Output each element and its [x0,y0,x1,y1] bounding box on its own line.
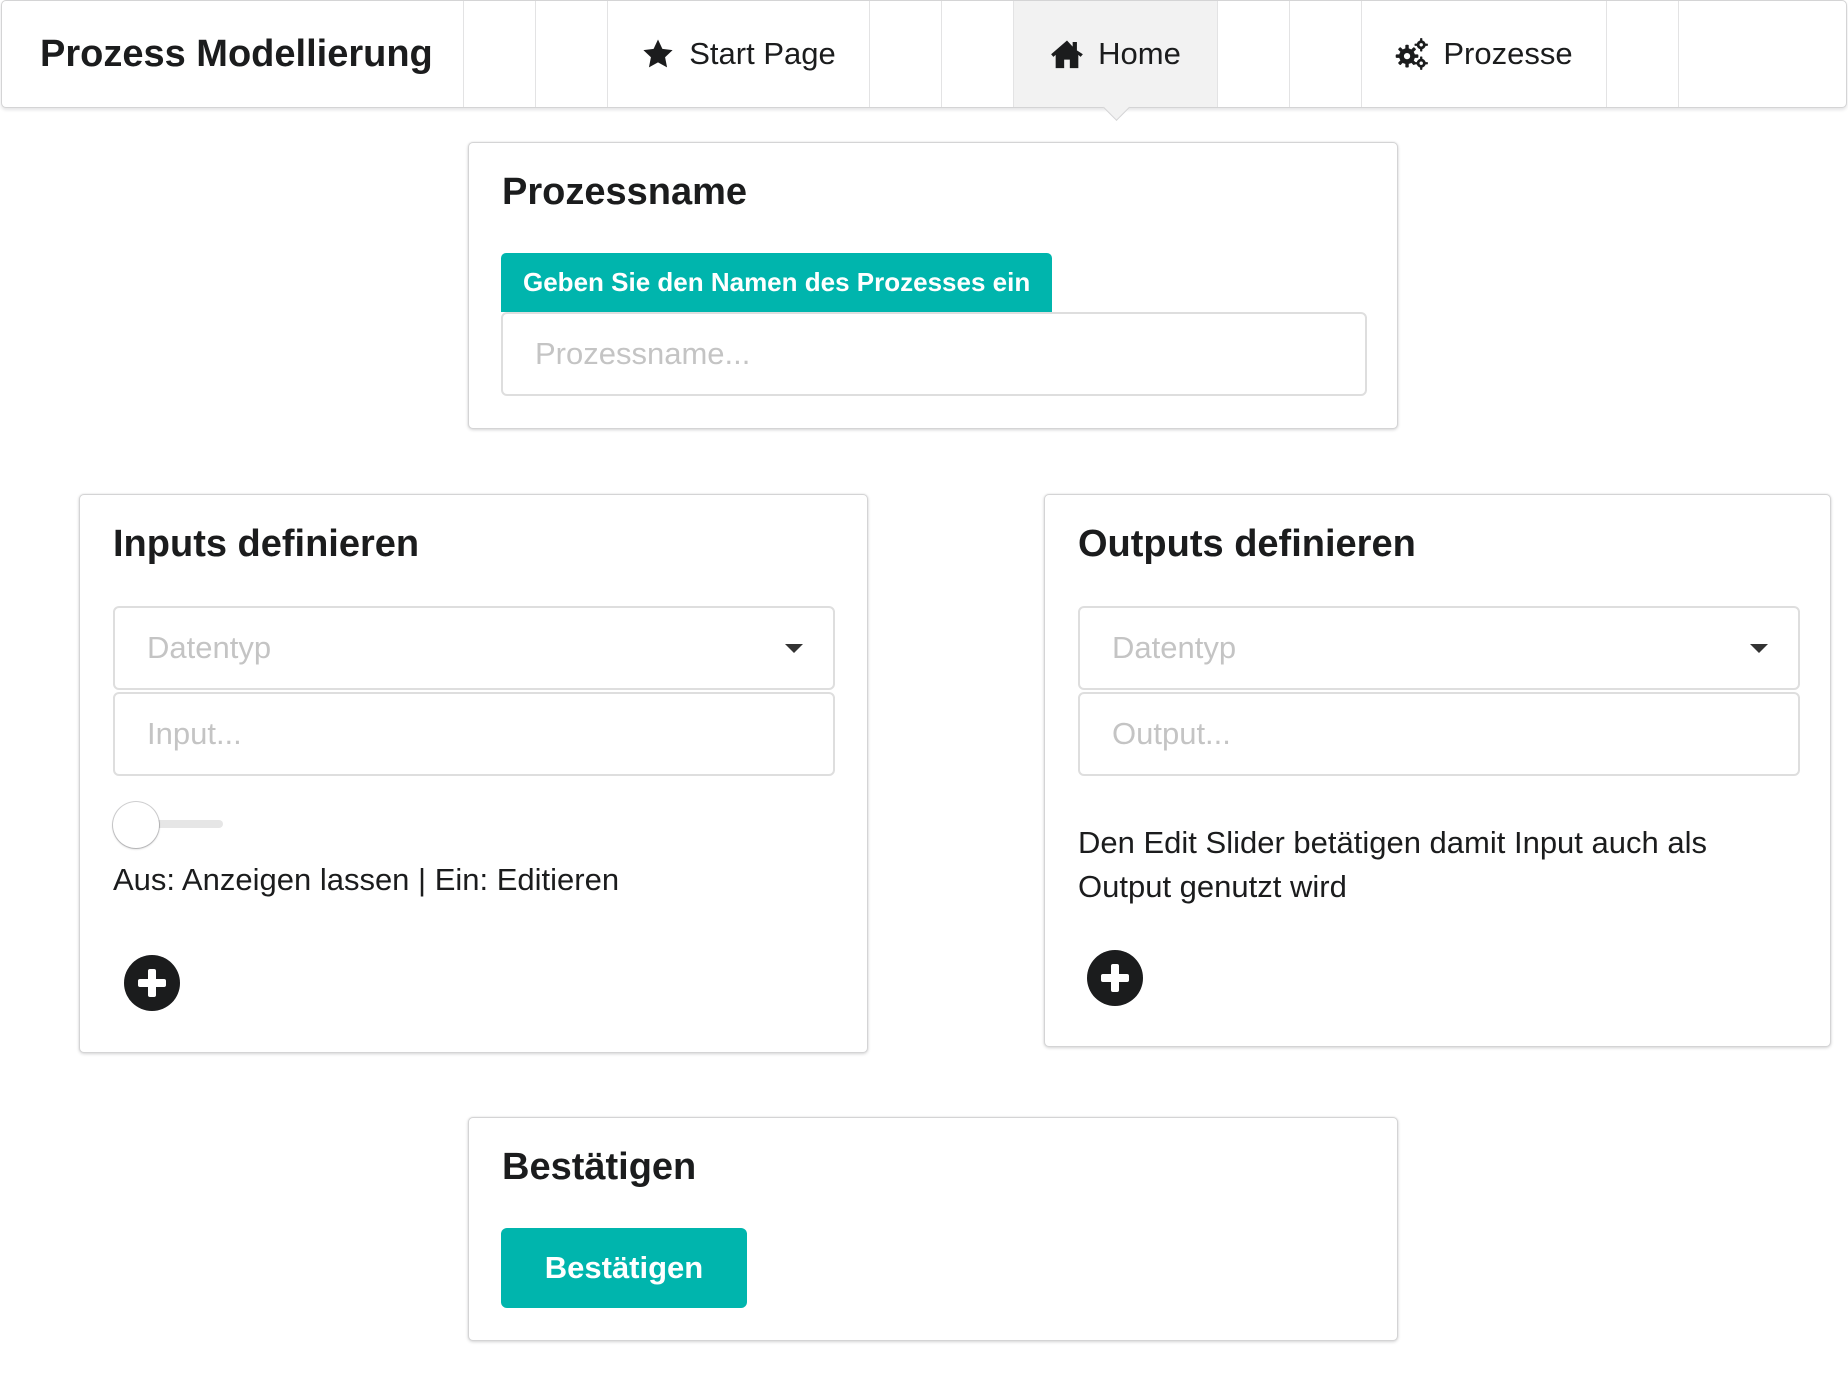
menu-spacer [464,1,536,107]
menu-spacer [536,1,608,107]
output-hint-line: Output genutzt wird [1078,869,1347,904]
dropdown-placeholder: Datentyp [147,630,272,665]
page-root: Prozess Modellierung Start Page Home Pro… [0,0,1848,1399]
cogs-icon [1395,37,1429,71]
toggle-caption: Aus: Anzeigen lassen | Ein: Editieren [113,862,620,897]
toggle-knob [113,802,159,848]
add-output-button[interactable] [1087,950,1143,1006]
outputs-card: Outputs definieren Datentyp Output... De… [1044,494,1831,1047]
output-name-field[interactable]: Output... [1078,692,1800,776]
menu-spacer [870,1,942,107]
output-hint: Den Edit Slider betätigen damit Input au… [1078,821,1800,909]
menu-spacer [1607,1,1679,107]
edit-toggle[interactable] [113,800,227,850]
nav-item-label: Prozesse [1443,36,1573,71]
menu-spacer [1290,1,1362,107]
card-title: Outputs definieren [1078,523,1416,565]
top-menu: Prozess Modellierung Start Page Home Pro… [1,0,1847,108]
card-title: Inputs definieren [113,523,420,565]
chevron-down-icon [1750,644,1768,653]
inputs-card: Inputs definieren Datentyp Input... Aus:… [79,494,868,1053]
nav-item-label: Start Page [689,36,836,71]
menu-spacer [1679,1,1846,107]
process-name-input[interactable]: Prozessname... [501,312,1367,396]
dropdown-placeholder: Datentyp [1112,630,1237,665]
star-icon [641,37,675,71]
confirm-button[interactable]: Bestätigen [501,1228,747,1308]
process-name-card: Prozessname Geben Sie den Namen des Proz… [468,142,1398,429]
menu-spacer [942,1,1014,107]
nav-item-home[interactable]: Home [1014,1,1218,107]
add-input-button[interactable] [124,955,180,1011]
card-title: Prozessname [502,171,748,213]
confirm-card: Bestätigen Bestätigen [468,1117,1398,1341]
output-datatype-dropdown[interactable]: Datentyp [1078,606,1800,690]
card-title: Bestätigen [502,1146,697,1188]
output-hint-line: Den Edit Slider betätigen damit Input au… [1078,825,1707,860]
brand-label: Prozess Modellierung [40,32,433,75]
input-name-field[interactable]: Input... [113,692,835,776]
home-icon [1050,37,1084,71]
input-datatype-dropdown[interactable]: Datentyp [113,606,835,690]
nav-item-label: Home [1098,36,1181,71]
nav-item-start-page[interactable]: Start Page [608,1,870,107]
process-name-label: Geben Sie den Namen des Prozesses ein [501,253,1053,312]
brand-title[interactable]: Prozess Modellierung [2,1,464,107]
menu-spacer [1218,1,1290,107]
chevron-down-icon [785,644,803,653]
nav-item-prozesse[interactable]: Prozesse [1362,1,1607,107]
